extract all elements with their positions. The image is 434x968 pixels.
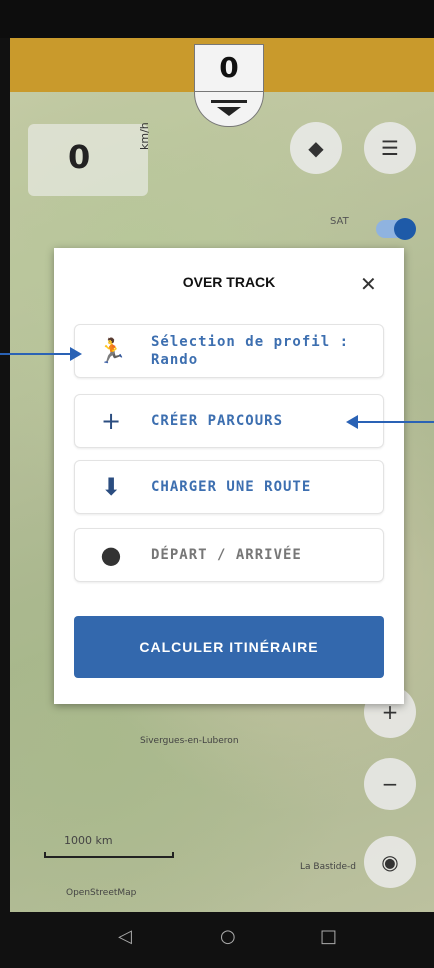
calculate-route-button[interactable]: CALCULER ITINÉRAIRE	[74, 616, 384, 678]
map-place-label: La Bastide-d	[300, 862, 357, 872]
locate-button[interactable]: ◉	[364, 836, 416, 888]
profile-label: Sélection de profil : Rando	[151, 333, 349, 369]
profile-select-button[interactable]: 🏃 Sélection de profil : Rando	[74, 324, 384, 378]
layers-button[interactable]: ◆	[290, 122, 342, 174]
profile-label-line1: Sélection de profil :	[151, 334, 350, 350]
map-place-label: Sivergues-en-Luberon	[140, 736, 239, 746]
home-icon[interactable]: ○	[220, 926, 236, 947]
heading-value: 0	[194, 44, 264, 92]
chevron-down-icon	[217, 107, 241, 116]
arrowhead-icon	[70, 347, 82, 361]
load-route-button[interactable]: ⬇ CHARGER UNE ROUTE	[74, 460, 384, 514]
annotation-arrow-right	[0, 347, 82, 361]
android-nav-bar: ◁ ○ □	[0, 912, 434, 968]
target-icon: ◉	[381, 850, 399, 874]
minus-icon: −	[381, 772, 399, 796]
toggle-knob	[394, 218, 416, 240]
recents-icon[interactable]: □	[320, 926, 337, 947]
zoom-out-button[interactable]: −	[364, 758, 416, 810]
annotation-arrow-left	[346, 415, 434, 429]
over-track-dialog: OVER TRACK ✕ 🏃 Sélection de profil : Ran…	[54, 248, 404, 704]
status-bar	[0, 0, 434, 38]
start-end-label: DÉPART / ARRIVÉE	[151, 547, 302, 563]
map-scale-label: 1000 km	[64, 834, 113, 847]
map-scale-bar	[44, 852, 174, 858]
arrowhead-icon	[346, 415, 358, 429]
close-icon[interactable]: ✕	[360, 272, 377, 296]
dialog-title: OVER TRACK	[182, 274, 276, 290]
menu-bar-icon	[211, 100, 247, 103]
toggle-label: SAT	[330, 216, 349, 227]
create-route-button[interactable]: + CRÉER PARCOURS	[74, 394, 384, 448]
hiker-icon: 🏃	[97, 337, 127, 365]
start-end-button[interactable]: ● DÉPART / ARRIVÉE	[74, 528, 384, 582]
map-attribution[interactable]: OpenStreetMap	[66, 888, 136, 898]
create-route-label: CRÉER PARCOURS	[151, 413, 284, 429]
layers-icon: ◆	[308, 136, 324, 160]
plus-icon: +	[100, 407, 122, 435]
profile-label-line2: Rando	[151, 352, 199, 368]
download-icon: ⬇	[100, 473, 122, 501]
list-button[interactable]: ☰	[364, 122, 416, 174]
speed-value: 0	[68, 138, 91, 176]
load-route-label: CHARGER UNE ROUTE	[151, 479, 312, 495]
list-icon: ☰	[381, 136, 399, 160]
pin-icon: ●	[100, 541, 122, 569]
speed-unit: km/h	[138, 122, 151, 150]
back-icon[interactable]: ◁	[118, 926, 132, 947]
map-toggle[interactable]	[376, 218, 416, 240]
